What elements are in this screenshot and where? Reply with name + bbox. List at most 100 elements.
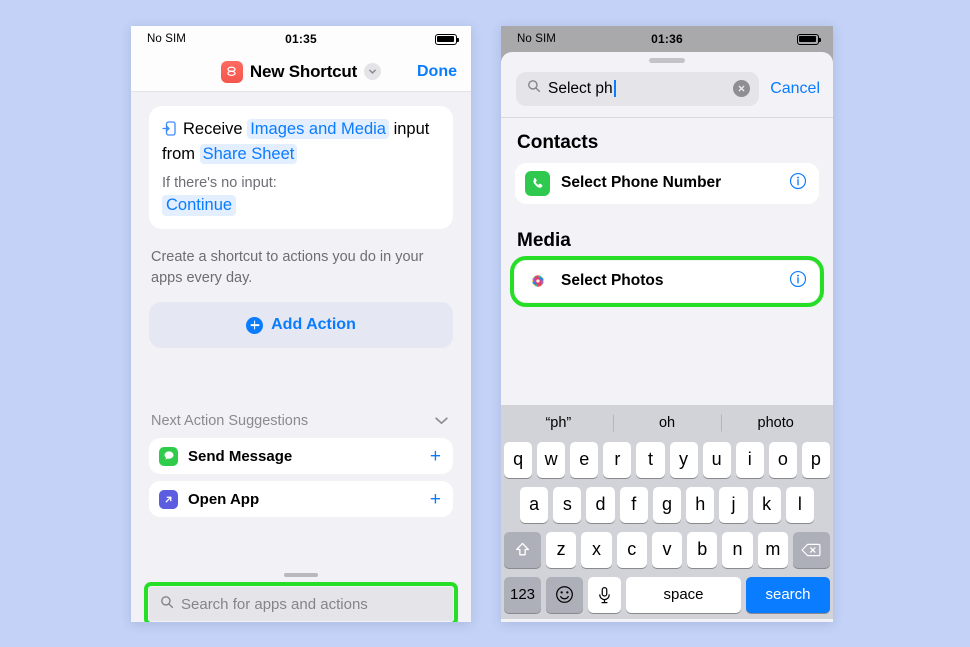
key-m[interactable]: m xyxy=(757,531,788,568)
backspace-icon[interactable] xyxy=(792,531,830,568)
result-row-select-photos[interactable]: Select Photos xyxy=(510,255,824,307)
open-app-icon xyxy=(159,489,178,509)
next-action-suggestions-header[interactable]: Next Action Suggestions xyxy=(151,412,449,430)
key-x[interactable]: x xyxy=(581,531,612,568)
key-i[interactable]: i xyxy=(735,441,764,478)
suggestions-title: Next Action Suggestions xyxy=(151,413,309,430)
microphone-icon[interactable] xyxy=(588,576,621,613)
search-placeholder: Search for apps and actions xyxy=(181,595,368,613)
word-receive: Receive xyxy=(183,120,243,138)
key-r[interactable]: r xyxy=(603,441,632,478)
battery-icon xyxy=(797,33,822,45)
search-sheet: Select ph Cancel Contacts Select Phone N… xyxy=(501,52,833,622)
navigation-bar: New Shortcut Done xyxy=(131,52,471,92)
search-value: Select ph xyxy=(548,79,726,98)
key-w[interactable]: w xyxy=(537,441,566,478)
clear-circle-icon[interactable] xyxy=(733,80,751,97)
status-bar: No SIM 01:35 xyxy=(131,26,471,52)
add-action-button[interactable]: Add Action xyxy=(149,302,453,349)
keyboard-row-4: 123 space search xyxy=(504,576,830,613)
key-e[interactable]: e xyxy=(570,441,599,478)
receive-action-card[interactable]: Receive Images and Media input from Shar… xyxy=(149,106,453,230)
editor-description: Create a shortcut to actions you do in y… xyxy=(151,249,424,286)
prediction-0[interactable]: “ph” xyxy=(504,415,613,431)
key-c[interactable]: c xyxy=(616,531,647,568)
status-bar: No SIM 01:36 xyxy=(501,26,833,52)
right-phone-screenshot: No SIM 01:36 Select ph Cancel Contacts S… xyxy=(501,26,833,622)
key-l[interactable]: l xyxy=(785,486,814,523)
key-a[interactable]: a xyxy=(520,486,549,523)
search-key[interactable]: search xyxy=(746,576,830,613)
key-g[interactable]: g xyxy=(652,486,682,523)
no-input-label: If there's no input: xyxy=(162,175,277,192)
plus-icon[interactable]: + xyxy=(430,490,441,509)
add-action-label: Add Action xyxy=(271,316,356,334)
prediction-bar: “ph” oh photo xyxy=(504,405,830,442)
key-d[interactable]: d xyxy=(586,486,615,523)
key-u[interactable]: u xyxy=(702,441,731,478)
receive-input-icon xyxy=(162,119,176,136)
key-t[interactable]: t xyxy=(636,441,665,478)
shortcut-title-group[interactable]: New Shortcut xyxy=(220,60,382,83)
token-input-type[interactable]: Images and Media xyxy=(247,119,389,139)
key-j[interactable]: j xyxy=(719,486,748,523)
result-label: Select Phone Number xyxy=(561,174,722,191)
plus-icon[interactable]: + xyxy=(430,447,441,466)
keyboard-row-2: a s d f g h j k l xyxy=(504,486,830,523)
token-continue[interactable]: Continue xyxy=(162,195,237,217)
result-row-select-phone-number[interactable]: Select Phone Number xyxy=(515,162,819,204)
key-y[interactable]: y xyxy=(669,441,698,478)
info-icon[interactable] xyxy=(789,172,807,195)
clock-label: 01:36 xyxy=(651,32,683,46)
search-zone: Search for apps and actions xyxy=(131,581,471,622)
key-z[interactable]: z xyxy=(546,531,577,568)
section-header-contacts: Contacts xyxy=(517,131,599,153)
key-v[interactable]: v xyxy=(651,531,683,568)
emoji-icon[interactable] xyxy=(546,576,583,613)
list-item-label: Open App xyxy=(188,490,260,508)
search-icon xyxy=(527,79,541,98)
battery-icon xyxy=(435,33,460,45)
text-caret xyxy=(613,79,616,97)
space-key[interactable]: space xyxy=(626,576,741,613)
keyboard-row-3: z x c v b n m xyxy=(504,531,830,568)
divider xyxy=(501,116,833,118)
list-item[interactable]: Open App + xyxy=(149,481,453,518)
key-q[interactable]: q xyxy=(504,441,533,478)
done-button[interactable]: Done xyxy=(417,63,457,81)
shift-icon[interactable] xyxy=(504,531,542,568)
prediction-2[interactable]: photo xyxy=(721,415,830,431)
key-k[interactable]: k xyxy=(752,486,781,523)
key-p[interactable]: p xyxy=(801,441,830,478)
photos-app-icon xyxy=(525,269,550,294)
key-f[interactable]: f xyxy=(619,486,648,523)
receive-action-sentence: Receive Images and Media input from Shar… xyxy=(162,117,440,167)
prediction-1[interactable]: oh xyxy=(613,415,722,431)
section-header-media: Media xyxy=(517,229,571,251)
search-row: Select ph Cancel xyxy=(501,63,833,117)
phone-app-icon xyxy=(525,170,550,196)
clock-label: 01:35 xyxy=(285,32,317,46)
chevron-down-icon[interactable] xyxy=(434,412,449,430)
shortcuts-app-icon xyxy=(220,60,243,83)
info-icon[interactable] xyxy=(789,270,807,293)
search-icon xyxy=(160,595,174,614)
sheet-grabber[interactable] xyxy=(284,573,318,577)
key-n[interactable]: n xyxy=(722,531,753,568)
key-h[interactable]: h xyxy=(686,486,715,523)
search-input[interactable]: Select ph xyxy=(516,71,760,106)
numbers-key[interactable]: 123 xyxy=(504,576,541,613)
key-s[interactable]: s xyxy=(553,486,582,523)
left-phone-screenshot: No SIM 01:35 New Shortcut Done Receive I… xyxy=(131,26,471,622)
search-input[interactable]: Search for apps and actions xyxy=(144,582,458,622)
list-item[interactable]: Send Message + xyxy=(149,438,453,475)
on-screen-keyboard: “ph” oh photo q w e r t y u i o p a s d … xyxy=(501,404,833,619)
key-b[interactable]: b xyxy=(687,531,718,568)
cancel-button[interactable]: Cancel xyxy=(770,80,820,98)
search-results: Contacts Select Phone Number Media Selec… xyxy=(501,116,833,405)
chevron-down-icon[interactable] xyxy=(364,63,382,80)
page-title: New Shortcut xyxy=(249,61,358,81)
result-label: Select Photos xyxy=(561,272,664,289)
key-o[interactable]: o xyxy=(768,441,797,478)
token-share-sheet[interactable]: Share Sheet xyxy=(199,144,298,165)
